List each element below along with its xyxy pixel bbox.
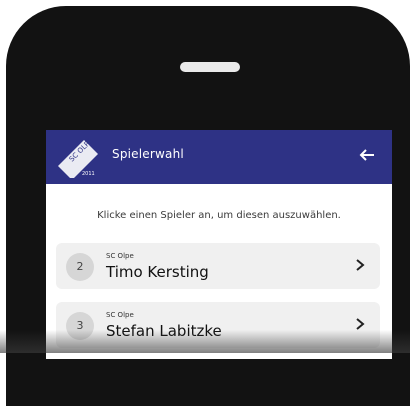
page-title: Spielerwahl [112, 147, 184, 161]
chevron-right-icon [356, 318, 365, 330]
player-number-badge: 2 [66, 253, 94, 281]
chevron-right-icon [356, 259, 365, 271]
instruction-text: Klicke einen Spieler an, um diesen auszu… [97, 210, 341, 221]
arrow-left-icon[interactable] [356, 144, 378, 166]
player-club: SC Olpe [106, 311, 134, 319]
phone-speaker [180, 62, 240, 72]
app-screen: SC OLPE 2011 Spielerwahl Klicke einen Sp… [46, 130, 392, 359]
player-name: Timo Kersting [106, 263, 209, 281]
logo-year: 2011 [82, 171, 95, 177]
player-club: SC Olpe [106, 252, 134, 260]
app-bar: SC OLPE 2011 Spielerwahl [46, 130, 392, 184]
bottom-shade [0, 330, 410, 353]
club-crest-icon: SC OLPE 2011 [58, 137, 98, 178]
player-list-item[interactable]: 2 SC Olpe Timo Kersting [56, 243, 380, 289]
